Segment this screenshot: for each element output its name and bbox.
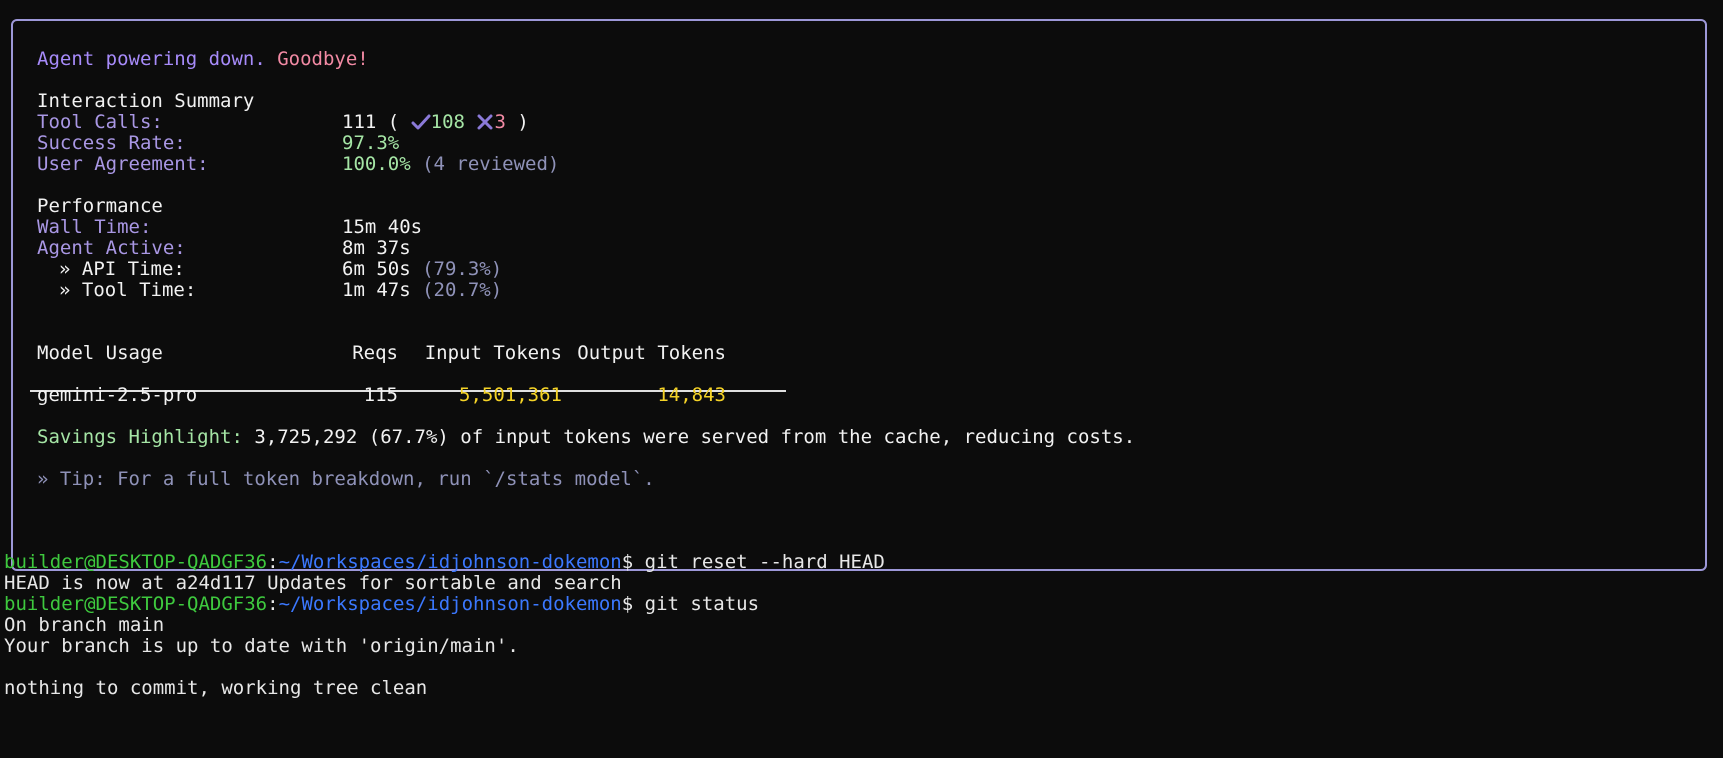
prompt-user: builder@DESKTOP-QADGF36 [4,551,268,573]
input-tokens-header: Input Tokens [424,342,562,364]
tip-text: » Tip: For a full token breakdown, run `… [37,468,655,490]
farewell-bye-text: Goodbye! [277,48,369,70]
user-agreement-pct: 100.0% [342,153,411,175]
output-line-4: nothing to commit, working tree clean [4,677,428,699]
tool-time-percent: (20.7%) [422,279,503,301]
savings-text: 3,725,292 (67.7%) of input tokens were s… [254,426,1136,448]
agent-active-label: Agent Active: [37,237,186,259]
input-tokens-cell: 5,501,361 [459,384,562,406]
savings-label: Savings Highlight: [37,426,243,448]
prompt-line-2: builder@DESKTOP-QADGF36:~/Workspaces/idj… [4,593,759,616]
reqs-cell: 115 [363,384,398,406]
tool-calls-value: 111 ( 108 3 ) [342,111,529,134]
wall-time-value: 15m 40s [342,216,423,238]
model-usage-header: Model Usage [37,342,163,364]
tool-calls-fail: 3 [494,111,506,133]
performance-heading: Performance [37,195,163,217]
output-line-2: On branch main [4,614,165,636]
api-time-duration: 6m 50s [342,258,411,280]
api-time-value: 6m 50s (79.3%) [342,258,502,281]
checkmark-icon [411,113,431,137]
command-1: git reset --hard HEAD [644,551,885,573]
prompt-char: $ [621,551,634,573]
wall-time-label: Wall Time: [37,216,152,238]
prompt-line-1: builder@DESKTOP-QADGF36:~/Workspaces/idj… [4,551,885,574]
command-2: git status [644,593,760,615]
prompt-path: ~/Workspaces/idjohnson-dokemon [278,551,622,573]
tool-calls-close: ) [517,111,529,133]
interaction-summary-heading: Interaction Summary [37,90,255,112]
tool-calls-success: 108 [430,111,465,133]
agent-active-value: 8m 37s [342,237,411,259]
user-agreement-value: 100.0% (4 reviewed) [342,153,559,176]
tool-calls-label: Tool Calls: [37,111,163,133]
prompt-char: $ [621,593,634,615]
model-name-cell: gemini-2.5-pro [37,384,198,406]
tool-time-value: 1m 47s (20.7%) [342,279,502,302]
output-line-3: Your branch is up to date with 'origin/m… [4,635,519,657]
api-time-percent: (79.3%) [422,258,503,280]
output-tokens-cell: 14,843 [657,384,726,406]
tool-time-label: » Tool Time: [59,279,197,301]
prompt-sep: : [267,593,279,615]
api-time-label: » API Time: [59,258,185,280]
user-agreement-note: (4 reviewed) [422,153,560,175]
user-agreement-label: User Agreement: [37,153,209,175]
output-line-1: HEAD is now at a24d117 Updates for sorta… [4,572,622,594]
cross-icon [476,113,494,137]
tool-time-duration: 1m 47s [342,279,411,301]
farewell-line: Agent powering down. Goodbye! [37,48,369,71]
prompt-path: ~/Workspaces/idjohnson-dokemon [278,593,622,615]
success-rate-value: 97.3% [342,132,400,154]
prompt-user: builder@DESKTOP-QADGF36 [4,593,268,615]
success-rate-label: Success Rate: [37,132,186,154]
output-tokens-header: Output Tokens [577,342,726,364]
farewell-agent-text: Agent powering down. [37,48,266,70]
prompt-sep: : [267,551,279,573]
tool-calls-total: 111 ( [342,111,400,133]
reqs-header: Reqs [352,342,398,364]
savings-highlight: Savings Highlight: 3,725,292 (67.7%) of … [37,426,1135,449]
